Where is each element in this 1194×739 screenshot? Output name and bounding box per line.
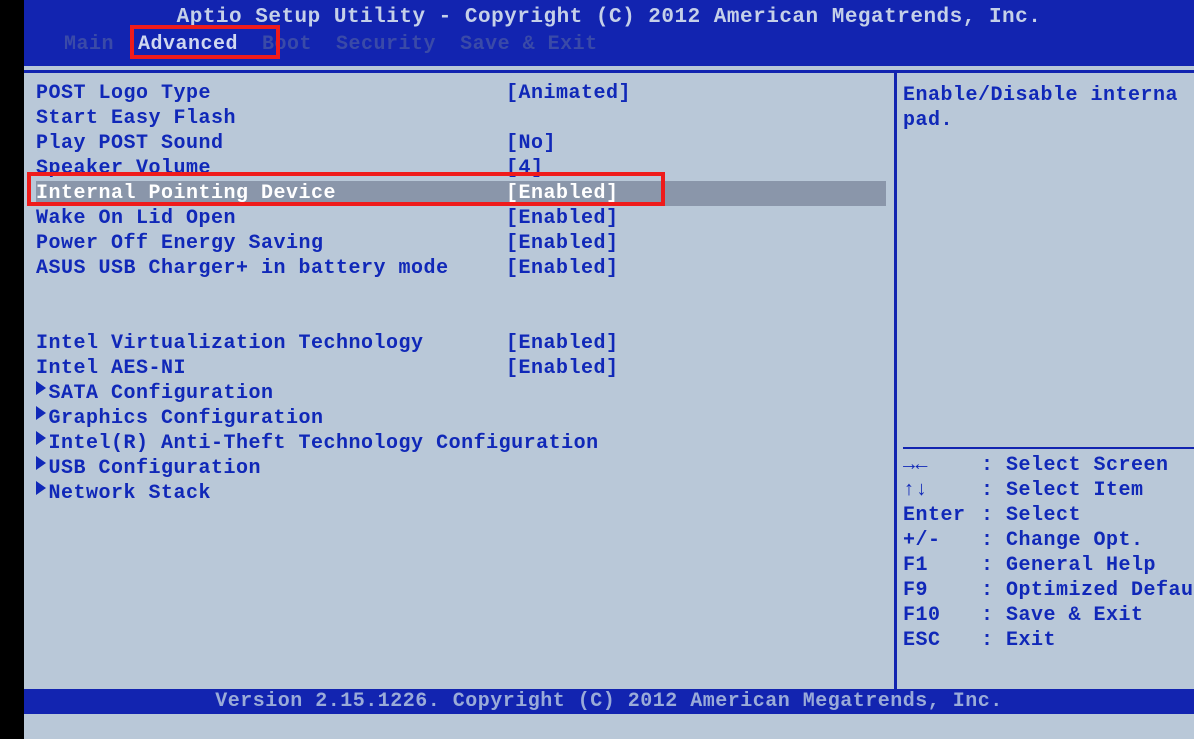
help-key: F10 — [903, 603, 981, 628]
menu-boot[interactable]: Boot — [250, 31, 324, 58]
setting-row-intel-aes-ni[interactable]: Intel AES-NI[Enabled] — [36, 356, 886, 381]
setting-row-play-post-sound[interactable]: Play POST Sound[No] — [36, 131, 886, 156]
spacer — [36, 281, 886, 306]
help-description: Enable/Disable interna pad. — [897, 73, 1194, 133]
setting-value: [Enabled] — [506, 356, 619, 381]
menu-bar: Main Advanced Boot Security Save & Exit — [24, 31, 1194, 58]
setting-row-internal-pointing-device[interactable]: Internal Pointing Device[Enabled] — [36, 181, 886, 206]
help-key-row: F9: Optimized Defaul — [903, 578, 1194, 603]
bios-screen: Aptio Setup Utility - Copyright (C) 2012… — [24, 0, 1194, 739]
setting-row-intel-r-anti-theft-technology-configuration[interactable]: Intel(R) Anti-Theft Technology Configura… — [36, 431, 886, 456]
help-key-row: →←: Select Screen — [903, 453, 1194, 478]
help-key-row: ↑↓: Select Item — [903, 478, 1194, 503]
setting-row-usb-configuration[interactable]: USB Configuration — [36, 456, 886, 481]
setting-label: ASUS USB Charger+ in battery mode — [36, 256, 506, 281]
help-key-row: Enter: Select — [903, 503, 1194, 528]
setting-row-speaker-volume[interactable]: Speaker Volume[4] — [36, 156, 886, 181]
help-key-desc: : Optimized Defaul — [981, 578, 1194, 603]
setting-value: [Animated] — [506, 81, 631, 106]
setting-value: [Enabled] — [506, 206, 619, 231]
setting-label: Play POST Sound — [36, 131, 506, 156]
setting-value: [Enabled] — [506, 331, 619, 356]
menu-save-exit[interactable]: Save & Exit — [448, 31, 610, 58]
help-key-desc: : Select — [981, 503, 1081, 528]
help-key: Enter — [903, 503, 981, 528]
setting-label: Intel AES-NI — [36, 356, 506, 381]
content-panels: POST Logo Type[Animated]Start Easy Flash… — [24, 66, 1194, 714]
setting-label: Power Off Energy Saving — [36, 231, 506, 256]
footer-text: Version 2.15.1226. Copyright (C) 2012 Am… — [215, 690, 1003, 713]
setting-row-power-off-energy-saving[interactable]: Power Off Energy Saving[Enabled] — [36, 231, 886, 256]
setting-label: SATA Configuration — [36, 381, 506, 406]
help-key-desc: : Select Item — [981, 478, 1144, 503]
help-key: +/- — [903, 528, 981, 553]
setting-row-network-stack[interactable]: Network Stack — [36, 481, 886, 506]
spacer — [36, 306, 886, 331]
setting-label: Graphics Configuration — [36, 406, 506, 431]
help-line-1: Enable/Disable interna — [903, 84, 1178, 107]
help-key-desc: : Save & Exit — [981, 603, 1144, 628]
setting-value: [4] — [506, 156, 544, 181]
menu-security[interactable]: Security — [324, 31, 448, 58]
setting-label: Network Stack — [36, 481, 506, 506]
help-key-row: F1: General Help — [903, 553, 1194, 578]
title-bar: Aptio Setup Utility - Copyright (C) 2012… — [24, 0, 1194, 66]
help-key-desc: : Exit — [981, 628, 1056, 653]
help-key-row: +/-: Change Opt. — [903, 528, 1194, 553]
setting-value: [No] — [506, 131, 556, 156]
title-text: Aptio Setup Utility - Copyright (C) 2012… — [24, 4, 1194, 29]
setting-label: Internal Pointing Device — [36, 181, 506, 206]
setting-label: Wake On Lid Open — [36, 206, 506, 231]
setting-value: [Enabled] — [506, 256, 619, 281]
help-key-row: ESC: Exit — [903, 628, 1194, 653]
help-keys: →←: Select Screen↑↓: Select ItemEnter: S… — [903, 447, 1194, 653]
setting-row-start-easy-flash[interactable]: Start Easy Flash — [36, 106, 886, 131]
help-key: →← — [903, 453, 981, 478]
setting-label: POST Logo Type — [36, 81, 506, 106]
help-key-desc: : Change Opt. — [981, 528, 1144, 553]
setting-label: Speaker Volume — [36, 156, 506, 181]
help-line-2: pad. — [903, 109, 953, 132]
menu-advanced[interactable]: Advanced — [126, 31, 250, 58]
setting-row-sata-configuration[interactable]: SATA Configuration — [36, 381, 886, 406]
footer-bar: Version 2.15.1226. Copyright (C) 2012 Am… — [24, 689, 1194, 714]
setting-label: Intel(R) Anti-Theft Technology Configura… — [36, 431, 506, 456]
setting-value: [Enabled] — [506, 181, 619, 206]
help-panel: Enable/Disable interna pad. →←: Select S… — [894, 70, 1194, 714]
help-key-row: F10: Save & Exit — [903, 603, 1194, 628]
setting-row-post-logo-type[interactable]: POST Logo Type[Animated] — [36, 81, 886, 106]
help-key-desc: : General Help — [981, 553, 1156, 578]
setting-value: [Enabled] — [506, 231, 619, 256]
help-key: F1 — [903, 553, 981, 578]
setting-label: Intel Virtualization Technology — [36, 331, 506, 356]
setting-label: Start Easy Flash — [36, 106, 506, 131]
help-key: F9 — [903, 578, 981, 603]
setting-row-graphics-configuration[interactable]: Graphics Configuration — [36, 406, 886, 431]
setting-row-intel-virtualization-technology[interactable]: Intel Virtualization Technology[Enabled] — [36, 331, 886, 356]
menu-main[interactable]: Main — [52, 31, 126, 58]
help-key: ESC — [903, 628, 981, 653]
help-key: ↑↓ — [903, 478, 981, 503]
setting-row-asus-usb-charger-in-battery-mode[interactable]: ASUS USB Charger+ in battery mode[Enable… — [36, 256, 886, 281]
settings-panel: POST Logo Type[Animated]Start Easy Flash… — [24, 70, 894, 714]
help-key-desc: : Select Screen — [981, 453, 1169, 478]
setting-label: USB Configuration — [36, 456, 506, 481]
setting-row-wake-on-lid-open[interactable]: Wake On Lid Open[Enabled] — [36, 206, 886, 231]
